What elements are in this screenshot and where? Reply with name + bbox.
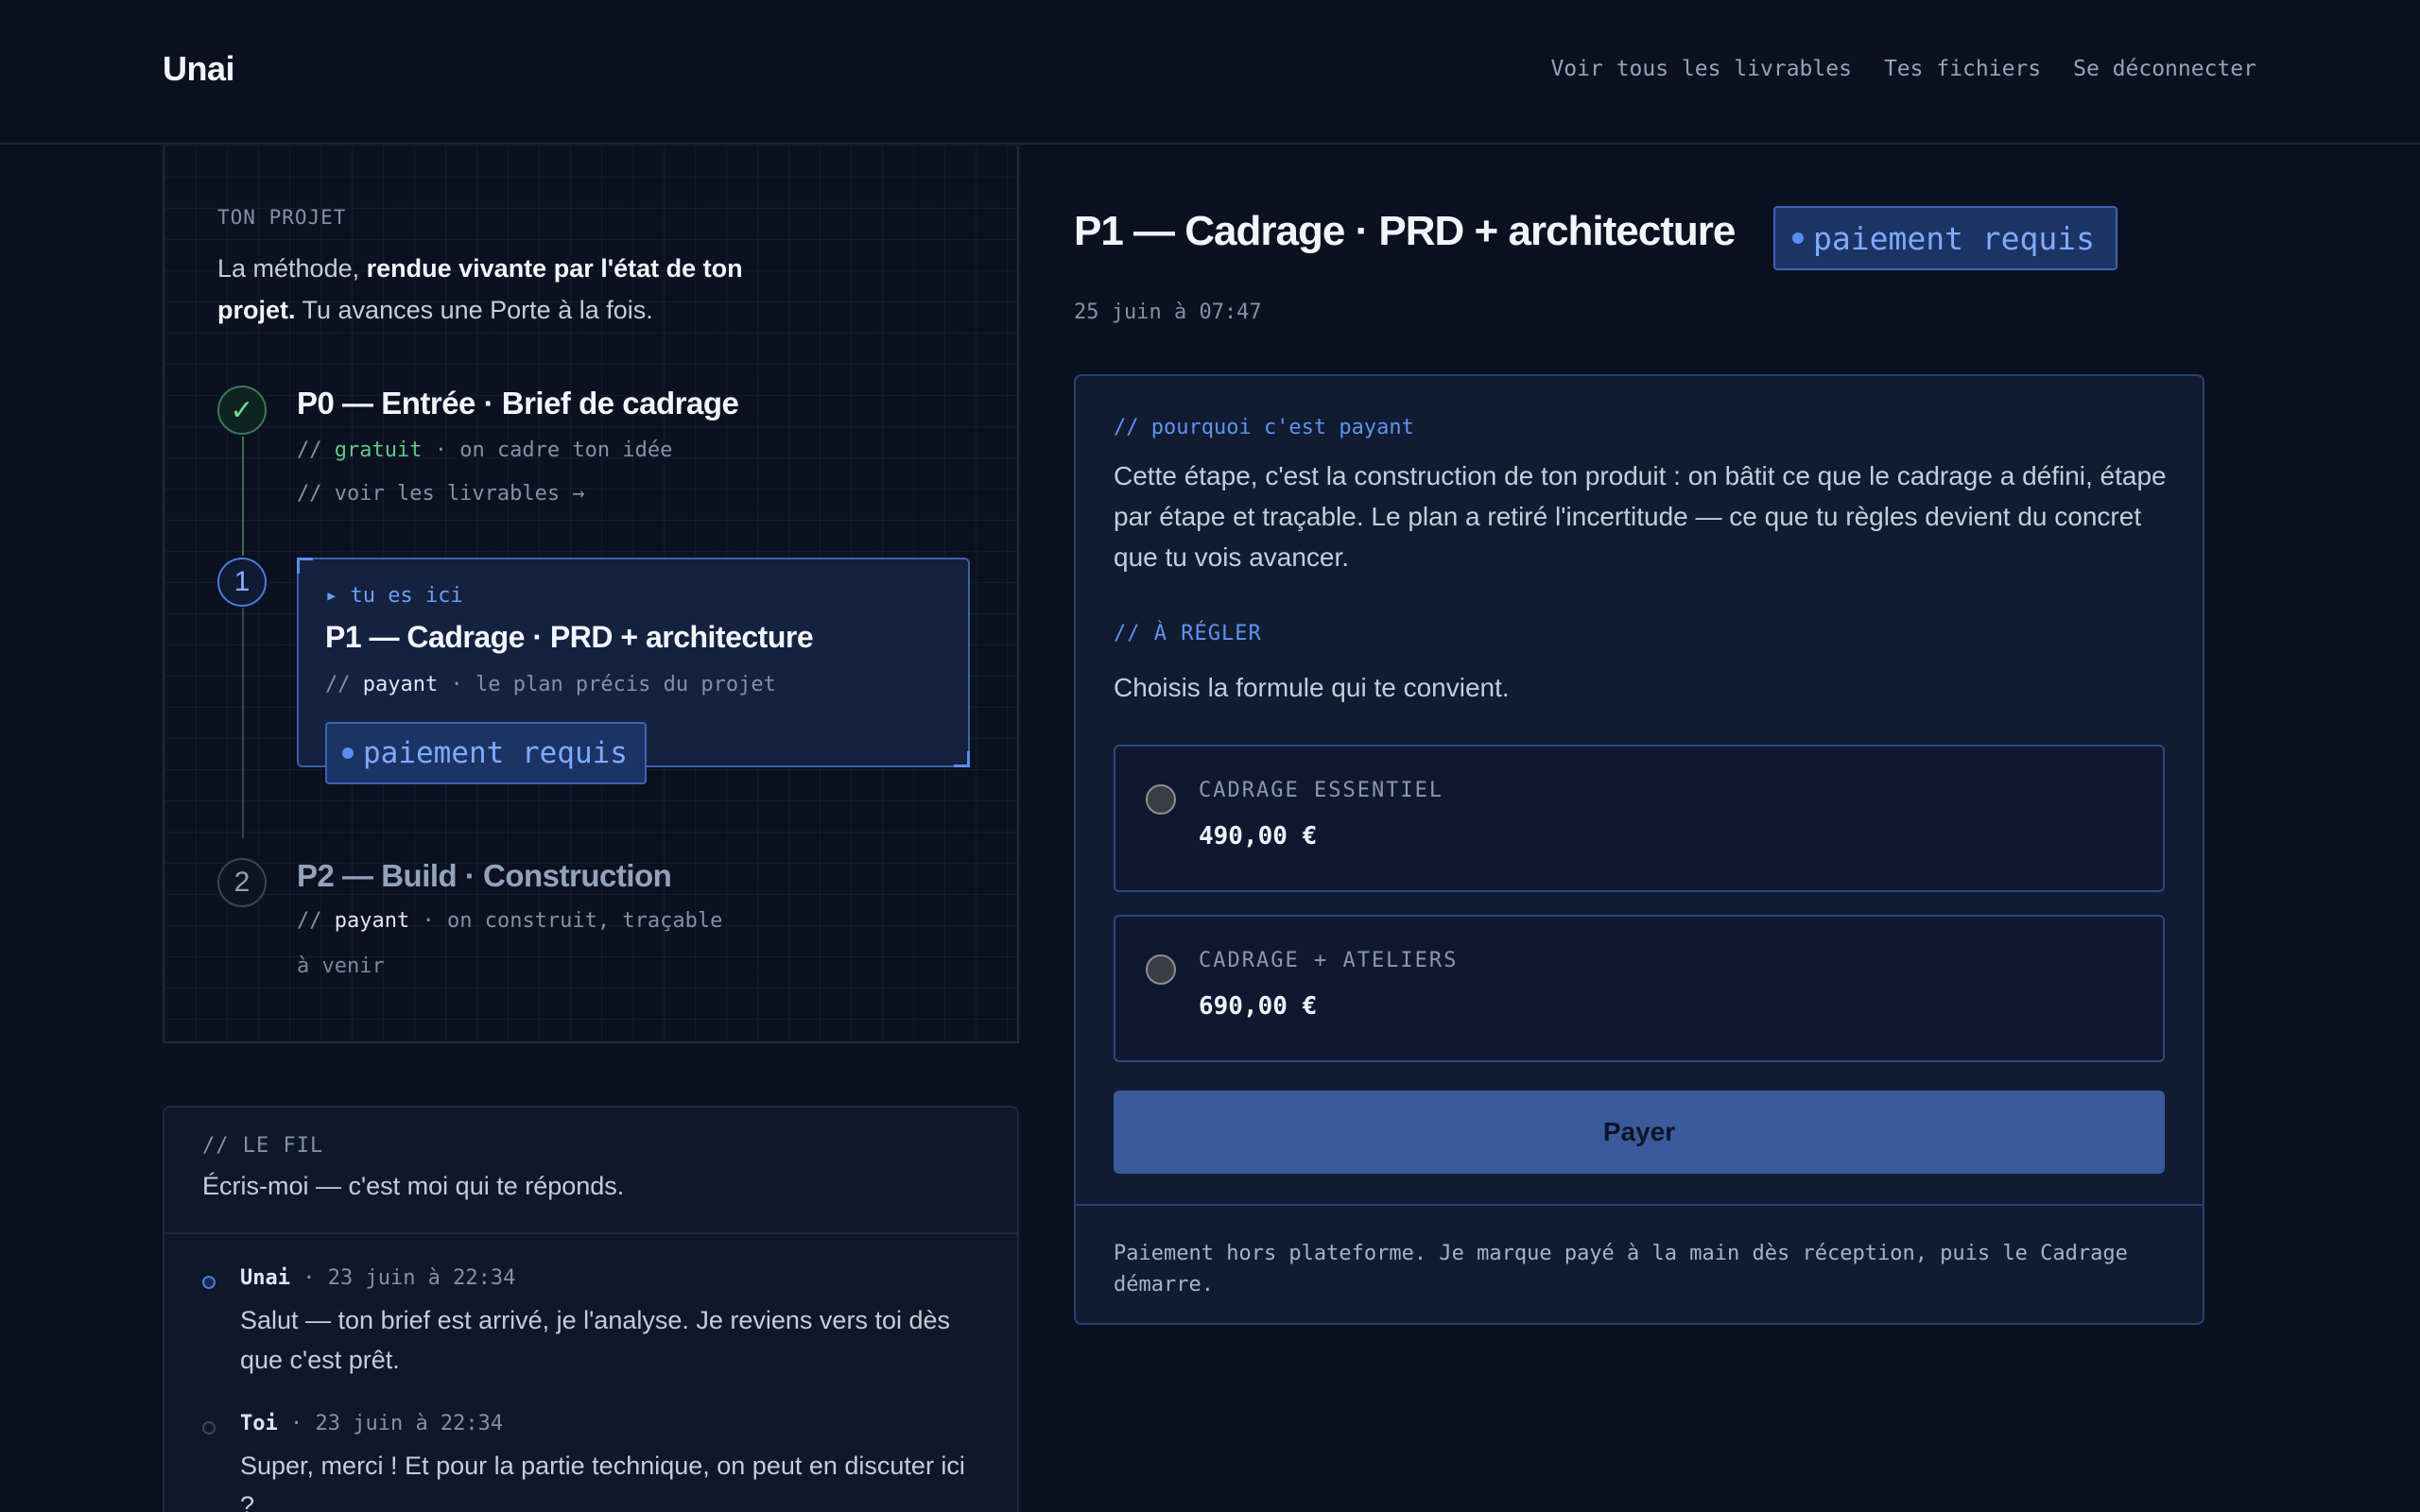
intro-text-end: Tu avances une Porte à la fois. bbox=[295, 296, 653, 324]
step-p0-subtitle: // gratuit · on cadre ton idée bbox=[297, 438, 672, 462]
message-meta: Unai · 23 juin à 22:34 bbox=[240, 1266, 515, 1290]
view-deliverables-link[interactable]: // voir les livrables → bbox=[297, 482, 585, 506]
message-author: Toi bbox=[240, 1412, 278, 1435]
message-time: · 23 juin à 22:34 bbox=[277, 1412, 504, 1435]
step-date: 25 juin à 07:47 bbox=[1074, 301, 1262, 324]
nav-logout[interactable]: Se déconnecter bbox=[2073, 57, 2256, 81]
plan-name: CADRAGE ESSENTIEL bbox=[1199, 779, 1444, 802]
step-rail bbox=[242, 608, 244, 838]
step-rail bbox=[242, 437, 244, 556]
payment-required-badge: paiement requis bbox=[1773, 206, 2118, 270]
payment-required-badge: paiement requis bbox=[325, 722, 647, 784]
step-p2-title: P2 — Build · Construction bbox=[297, 858, 672, 893]
message-text: Super, merci ! Et pour la partie techniq… bbox=[240, 1452, 965, 1512]
step-p2-status: à venir bbox=[297, 954, 385, 978]
step-p2-kind: payant bbox=[334, 909, 410, 933]
step-p0-title: P0 — Entrée · Brief de cadrage bbox=[297, 386, 739, 421]
dot-icon bbox=[1792, 232, 1804, 244]
project-panel: TON PROJET La méthode, rendue vivante pa… bbox=[163, 146, 1019, 1043]
radio-icon[interactable] bbox=[1146, 954, 1176, 985]
step-p0-desc: · on cadre ton idée bbox=[422, 438, 673, 462]
nav-deliverables[interactable]: Voir tous les livrables bbox=[1550, 57, 1852, 81]
project-eyebrow: TON PROJET bbox=[217, 206, 347, 229]
step-p2-subtitle: // payant · on construit, traçable bbox=[297, 909, 722, 933]
step-p1-title: P1 — Cadrage · PRD + architecture bbox=[325, 620, 814, 654]
step-p1-subtitle: // payant · le plan précis du projet bbox=[325, 673, 776, 696]
badge-label: paiement requis bbox=[363, 736, 628, 770]
payment-card: // pourquoi c'est payant Cette étape, c'… bbox=[1074, 374, 2204, 1325]
message-text: Salut — ton brief est arrivé, je l'analy… bbox=[240, 1306, 950, 1374]
pay-button[interactable]: Payer bbox=[1114, 1091, 2165, 1174]
intro-text: La méthode, bbox=[217, 254, 367, 283]
message-author: Unai bbox=[240, 1266, 290, 1290]
thread-header: // LE FIL Écris-moi — c'est moi qui te r… bbox=[164, 1108, 1017, 1234]
thread-label: // LE FIL bbox=[202, 1134, 324, 1158]
plan-option-essentiel[interactable]: CADRAGE ESSENTIEL 490,00 € bbox=[1114, 745, 2165, 892]
comment-prefix: // bbox=[297, 909, 335, 933]
dot-icon bbox=[342, 747, 354, 759]
step-number-2: 2 bbox=[217, 858, 267, 907]
step-p1-kind: payant bbox=[362, 673, 439, 696]
step-p0-kind: gratuit bbox=[334, 438, 423, 462]
comment-prefix: // bbox=[297, 438, 335, 462]
plan-name: CADRAGE + ATELIERS bbox=[1199, 949, 1459, 972]
step-p2-desc: · on construit, traçable bbox=[409, 909, 723, 933]
thread-panel: // LE FIL Écris-moi — c'est moi qui te r… bbox=[163, 1106, 1019, 1512]
nav-files[interactable]: Tes fichiers bbox=[1884, 57, 2041, 81]
step-number-1: 1 bbox=[217, 558, 267, 607]
plan-price: 690,00 € bbox=[1199, 992, 1318, 1021]
author-dot-icon bbox=[202, 1421, 216, 1435]
project-intro: La méthode, rendue vivante par l'état de… bbox=[217, 248, 822, 331]
check-icon: ✓ bbox=[217, 386, 267, 435]
thread-subtitle: Écris-moi — c'est moi qui te réponds. bbox=[202, 1172, 625, 1200]
page-title: P1 — Cadrage · PRD + architecture bbox=[1074, 208, 1736, 254]
why-paid-text: Cette étape, c'est la construction de to… bbox=[1114, 461, 2167, 572]
badge-label: paiement requis bbox=[1813, 219, 2096, 257]
choose-plan-text: Choisis la formule qui te convient. bbox=[1114, 673, 1510, 702]
you-are-here-label: ▸ tu es ici bbox=[325, 584, 463, 608]
top-nav: Voir tous les livrables Tes fichiers Se … bbox=[1550, 57, 2256, 81]
to-settle-label: // À RÉGLER bbox=[1114, 622, 1262, 645]
step-p1-desc: · le plan précis du projet bbox=[438, 673, 776, 696]
comment-prefix: // bbox=[325, 673, 363, 696]
payment-footer: Paiement hors plateforme. Je marque payé… bbox=[1076, 1204, 2203, 1297]
author-dot-icon bbox=[202, 1276, 216, 1289]
payment-note: Paiement hors plateforme. Je marque payé… bbox=[1114, 1242, 2128, 1297]
radio-icon[interactable] bbox=[1146, 784, 1176, 815]
message-time: · 23 juin à 22:34 bbox=[289, 1266, 516, 1290]
why-paid-label: // pourquoi c'est payant bbox=[1114, 416, 1414, 439]
message-meta: Toi · 23 juin à 22:34 bbox=[240, 1412, 503, 1435]
plan-option-ateliers[interactable]: CADRAGE + ATELIERS 690,00 € bbox=[1114, 915, 2165, 1062]
plan-price: 490,00 € bbox=[1199, 822, 1318, 850]
brand-logo[interactable]: Unai bbox=[163, 49, 235, 89]
current-step-card[interactable]: ▸ tu es ici P1 — Cadrage · PRD + archite… bbox=[297, 558, 970, 784]
top-bar: Unai Voir tous les livrables Tes fichier… bbox=[0, 0, 2420, 145]
